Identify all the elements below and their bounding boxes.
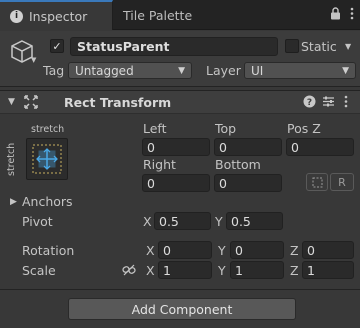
rotation-label: Rotation bbox=[22, 243, 75, 258]
tab-tile-palette[interactable]: Tile Palette bbox=[113, 0, 233, 30]
scale-x-field[interactable]: 1 bbox=[158, 261, 212, 279]
active-toggle[interactable]: ✓ bbox=[50, 39, 64, 53]
component-menu-icon[interactable] bbox=[344, 95, 348, 111]
bottom-label: Bottom bbox=[215, 157, 261, 172]
left-label: Left bbox=[143, 121, 167, 136]
tab-tile-palette-label: Tile Palette bbox=[123, 7, 193, 23]
rotation-y-axis-label: Y bbox=[218, 243, 226, 258]
pivot-x-field[interactable]: 0.5 bbox=[154, 212, 211, 230]
pivot-y-field[interactable]: 0.5 bbox=[226, 212, 283, 230]
tab-tools bbox=[330, 7, 354, 24]
rect-transform-icon bbox=[24, 95, 38, 112]
presets-icon[interactable] bbox=[322, 95, 335, 111]
right-label: Right bbox=[143, 157, 176, 172]
pivot-y-axis-label: Y bbox=[215, 214, 223, 229]
static-dropdown-caret-icon[interactable]: ▼ bbox=[345, 42, 351, 51]
rotation-x-axis-label: X bbox=[146, 243, 155, 258]
anchor-preset-top-label: stretch bbox=[31, 124, 65, 135]
tag-value: Untagged bbox=[75, 63, 134, 78]
scale-label: Scale bbox=[22, 263, 56, 278]
layer-label: Layer bbox=[206, 63, 241, 78]
scale-z-field[interactable]: 1 bbox=[302, 261, 354, 279]
raw-edit-button[interactable]: R bbox=[330, 173, 354, 191]
constrain-proportions-link-icon[interactable] bbox=[122, 264, 136, 279]
left-field[interactable]: 0 bbox=[142, 138, 210, 156]
anchors-label[interactable]: Anchors bbox=[22, 194, 73, 209]
top-label: Top bbox=[215, 121, 237, 136]
object-name-input[interactable]: StatusParent bbox=[70, 37, 278, 56]
layer-dropdown[interactable]: UI ▼ bbox=[244, 62, 356, 79]
static-label: Static bbox=[301, 39, 337, 54]
static-toggle[interactable] bbox=[285, 39, 299, 53]
help-icon[interactable]: ? bbox=[303, 95, 316, 111]
info-icon: i bbox=[10, 9, 23, 23]
rotation-y-field[interactable]: 0 bbox=[230, 241, 284, 259]
posz-label: Pos Z bbox=[287, 121, 321, 136]
anchors-foldout-arrow-icon[interactable]: ▶ bbox=[10, 197, 17, 207]
rotation-z-field[interactable]: 0 bbox=[302, 241, 354, 259]
layer-value: UI bbox=[251, 63, 264, 78]
pivot-label: Pivot bbox=[22, 214, 53, 229]
tab-inspector-label: Inspector bbox=[29, 8, 88, 24]
tag-label: Tag bbox=[43, 63, 65, 78]
svg-text:?: ? bbox=[307, 98, 312, 108]
icon-dropdown-caret-icon[interactable]: ▼ bbox=[31, 56, 36, 64]
blueprint-icon bbox=[312, 177, 322, 187]
gameobject-cube-icon bbox=[9, 38, 35, 69]
add-component-button[interactable]: Add Component bbox=[68, 298, 296, 320]
anchor-preset-button[interactable] bbox=[26, 138, 68, 180]
lock-icon[interactable] bbox=[330, 7, 341, 24]
top-field[interactable]: 0 bbox=[214, 138, 282, 156]
blueprint-mode-button[interactable] bbox=[306, 173, 328, 191]
scale-y-axis-label: Y bbox=[218, 263, 226, 278]
pivot-x-axis-label: X bbox=[143, 214, 152, 229]
section-divider bbox=[0, 289, 360, 290]
foldout-arrow-icon[interactable]: ▼ bbox=[8, 97, 15, 107]
scale-y-field[interactable]: 1 bbox=[230, 261, 284, 279]
tab-bar: i Inspector Tile Palette bbox=[0, 0, 360, 30]
scale-z-axis-label: Z bbox=[290, 263, 299, 278]
bottom-field[interactable]: 0 bbox=[214, 174, 282, 192]
tab-inspector[interactable]: i Inspector bbox=[0, 0, 113, 30]
kebab-menu-icon[interactable] bbox=[350, 7, 354, 24]
right-field[interactable]: 0 bbox=[142, 174, 210, 192]
chevron-down-icon: ▼ bbox=[178, 65, 185, 76]
posz-field[interactable]: 0 bbox=[286, 138, 354, 156]
anchor-preset-side-label: stretch bbox=[6, 142, 17, 176]
rect-transform-title: Rect Transform bbox=[64, 95, 172, 110]
rotation-x-field[interactable]: 0 bbox=[158, 241, 212, 259]
chevron-down-icon: ▼ bbox=[342, 65, 349, 76]
scale-x-axis-label: X bbox=[146, 263, 155, 278]
rotation-z-axis-label: Z bbox=[290, 243, 299, 258]
tag-dropdown[interactable]: Untagged ▼ bbox=[68, 62, 192, 79]
